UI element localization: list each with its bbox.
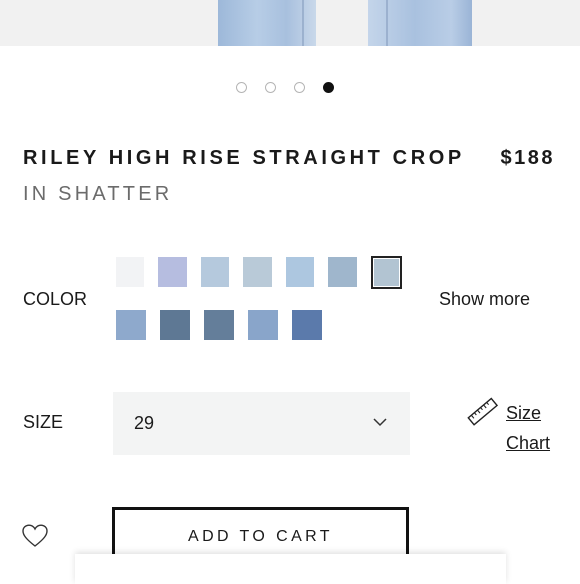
color-swatch[interactable] xyxy=(158,257,187,287)
seam xyxy=(302,0,304,46)
seam xyxy=(386,0,388,46)
color-swatch[interactable] xyxy=(292,310,322,340)
size-select[interactable]: 29 xyxy=(113,392,410,455)
color-swatch[interactable] xyxy=(243,257,272,287)
carousel-dot-active[interactable] xyxy=(323,82,334,93)
size-label: SIZE xyxy=(23,412,64,432)
color-swatch[interactable] xyxy=(116,257,145,287)
show-more-colors-link[interactable]: Show more xyxy=(439,289,530,310)
product-title: RILEY HIGH RISE STRAIGHT CROP xyxy=(23,147,465,169)
carousel-dots xyxy=(236,82,334,93)
size-chart-label[interactable]: Size Chart xyxy=(506,398,550,458)
jeans-leg-right xyxy=(368,0,472,46)
product-color-name: IN SHATTER xyxy=(23,183,173,205)
color-swatch[interactable] xyxy=(204,310,234,340)
color-label: COLOR xyxy=(23,289,88,309)
color-swatch[interactable] xyxy=(160,310,190,340)
color-swatches xyxy=(116,256,416,363)
color-swatch[interactable] xyxy=(116,310,146,340)
product-price: $188 xyxy=(500,147,555,169)
ruler-icon xyxy=(467,397,499,426)
carousel-dot[interactable] xyxy=(236,82,247,93)
heart-icon[interactable] xyxy=(22,524,48,548)
chevron-down-icon xyxy=(373,418,387,427)
size-selected-value: 29 xyxy=(134,413,155,433)
color-swatch[interactable] xyxy=(328,257,357,287)
color-swatch[interactable] xyxy=(285,257,315,287)
carousel-dot[interactable] xyxy=(265,82,276,93)
carousel-dot[interactable] xyxy=(294,82,305,93)
color-swatch[interactable] xyxy=(200,257,230,287)
color-swatch[interactable] xyxy=(248,310,278,340)
color-swatch-selected[interactable] xyxy=(370,256,402,289)
product-image[interactable] xyxy=(0,0,580,46)
